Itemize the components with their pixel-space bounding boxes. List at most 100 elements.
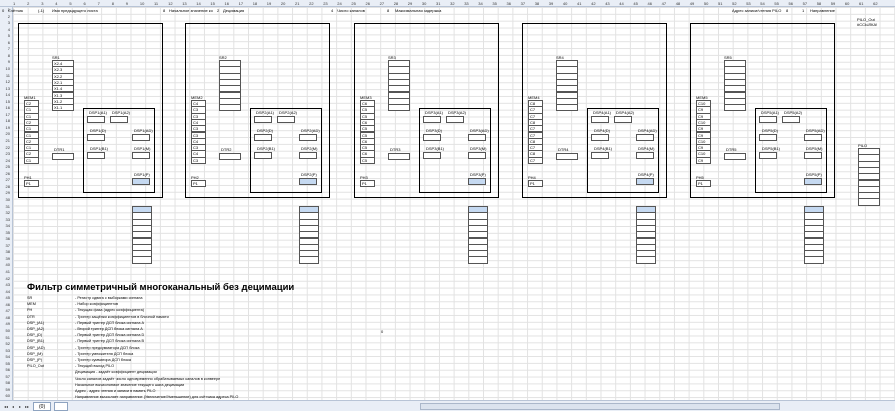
row-header[interactable]: 23 <box>6 151 10 156</box>
initial-value[interactable]: 2 <box>217 7 219 14</box>
column-header[interactable]: 44 <box>619 0 623 7</box>
dsp-b1-cell[interactable] <box>87 152 105 159</box>
dsp-a2-cell[interactable] <box>110 116 128 123</box>
row-header[interactable]: 42 <box>6 276 10 281</box>
row-header[interactable]: 20 <box>6 131 10 136</box>
column-header[interactable]: 8 <box>112 0 114 7</box>
column-header[interactable]: 34 <box>478 0 482 7</box>
dtr-cell[interactable] <box>388 153 410 160</box>
dsp-ad-cell[interactable] <box>636 134 654 141</box>
mem-cell[interactable]: C3 <box>191 156 206 164</box>
row-header[interactable]: 46 <box>6 302 10 307</box>
pilo-cell[interactable] <box>858 198 880 206</box>
row-header[interactable]: 60 <box>6 393 10 398</box>
row-header[interactable]: 27 <box>6 177 10 182</box>
mem-cell[interactable]: C9 <box>696 156 711 164</box>
row-header[interactable]: 55 <box>6 361 10 366</box>
column-header[interactable]: 33 <box>464 0 468 7</box>
column-header[interactable]: 30 <box>422 0 426 7</box>
column-header[interactable]: 7 <box>98 0 100 7</box>
dsp-ad-cell[interactable] <box>804 134 822 141</box>
row-header[interactable]: 40 <box>6 262 10 267</box>
dsp-a1-cell[interactable] <box>759 116 777 123</box>
column-header[interactable]: 13 <box>182 0 186 7</box>
row-header[interactable]: 17 <box>6 112 10 117</box>
row-header[interactable]: 38 <box>6 249 10 254</box>
row-header[interactable]: 3 <box>8 20 10 25</box>
column-header[interactable]: 4 <box>55 0 57 7</box>
column-header[interactable]: 19 <box>267 0 271 7</box>
dsp-b1-cell[interactable] <box>423 152 441 159</box>
row-header[interactable]: 51 <box>6 335 10 340</box>
output-cell[interactable] <box>468 256 488 264</box>
row-header[interactable]: 53 <box>6 348 10 353</box>
sr-cell[interactable] <box>219 104 241 112</box>
column-header[interactable]: 25 <box>351 0 355 7</box>
ph-cell[interactable]: P1 <box>360 180 375 187</box>
column-header[interactable]: 14 <box>196 0 200 7</box>
column-header[interactable]: 37 <box>521 0 525 7</box>
column-header[interactable]: 10 <box>140 0 144 7</box>
channels-value[interactable]: 4 <box>331 7 333 14</box>
column-header[interactable]: 29 <box>408 0 412 7</box>
row-header[interactable]: 9 <box>8 59 10 64</box>
row-header[interactable]: 36 <box>6 236 10 241</box>
column-header[interactable]: 27 <box>380 0 384 7</box>
dsp-b1-cell[interactable] <box>759 152 777 159</box>
row-header[interactable]: 4 <box>8 27 10 32</box>
row-header[interactable]: 33 <box>6 217 10 222</box>
mem-cell[interactable]: C7 <box>528 156 543 164</box>
dsp-a1-cell[interactable] <box>423 116 441 123</box>
row-header[interactable]: 8 <box>8 53 10 58</box>
dsp-ad-cell[interactable] <box>132 134 150 141</box>
ph-cell[interactable]: P1 <box>528 180 543 187</box>
dsp-p-cell[interactable] <box>636 178 654 185</box>
column-header[interactable]: 11 <box>154 0 158 7</box>
row-header[interactable]: 7 <box>8 46 10 51</box>
row-header[interactable]: 50 <box>6 328 10 333</box>
row-header[interactable]: 29 <box>6 190 10 195</box>
column-header[interactable]: 22 <box>309 0 313 7</box>
dsp-a2-cell[interactable] <box>782 116 800 123</box>
row-header[interactable]: 28 <box>6 184 10 189</box>
column-header[interactable]: 43 <box>605 0 609 7</box>
output-cell[interactable] <box>299 256 319 264</box>
dtr-cell[interactable] <box>52 153 74 160</box>
column-header[interactable]: 55 <box>774 0 778 7</box>
row-header[interactable]: 44 <box>6 289 10 294</box>
column-header[interactable]: 32 <box>450 0 454 7</box>
column-header[interactable]: 41 <box>577 0 581 7</box>
row-header[interactable]: 24 <box>6 158 10 163</box>
row-header[interactable]: 10 <box>6 66 10 71</box>
row-header[interactable]: 18 <box>6 118 10 123</box>
dsp-p-cell[interactable] <box>804 178 822 185</box>
column-header[interactable]: 6 <box>84 0 86 7</box>
dtr-cell[interactable] <box>219 153 241 160</box>
dsp-m-cell[interactable] <box>804 152 822 159</box>
nav-prev-icon[interactable]: ◂ <box>10 403 16 410</box>
column-header[interactable]: 21 <box>295 0 299 7</box>
output-cell[interactable] <box>804 256 824 264</box>
dsp-a2-cell[interactable] <box>446 116 464 123</box>
row-header[interactable]: 58 <box>6 380 10 385</box>
row-header[interactable]: 14 <box>6 92 10 97</box>
dsp-a1-cell[interactable] <box>87 116 105 123</box>
column-header[interactable]: 16 <box>225 0 229 7</box>
row-header[interactable]: 21 <box>6 138 10 143</box>
row-header[interactable]: 39 <box>6 256 10 261</box>
mem-cell[interactable]: C1 <box>24 156 39 164</box>
dsp-p-cell[interactable] <box>468 178 486 185</box>
row-header[interactable]: 31 <box>6 204 10 209</box>
dsp-d-cell[interactable] <box>87 134 105 141</box>
dsp-a1-cell[interactable] <box>254 116 272 123</box>
row-header[interactable]: 25 <box>6 164 10 169</box>
column-header[interactable]: 47 <box>662 0 666 7</box>
column-header[interactable]: 61 <box>859 0 863 7</box>
column-header[interactable]: 58 <box>817 0 821 7</box>
direction-value[interactable]: 1 <box>802 7 804 14</box>
sr-cell[interactable] <box>388 104 410 112</box>
dsp-p-cell[interactable] <box>132 178 150 185</box>
column-header[interactable]: 39 <box>549 0 553 7</box>
column-header[interactable]: 1 <box>13 0 15 7</box>
ph-cell[interactable]: P1 <box>191 180 206 187</box>
